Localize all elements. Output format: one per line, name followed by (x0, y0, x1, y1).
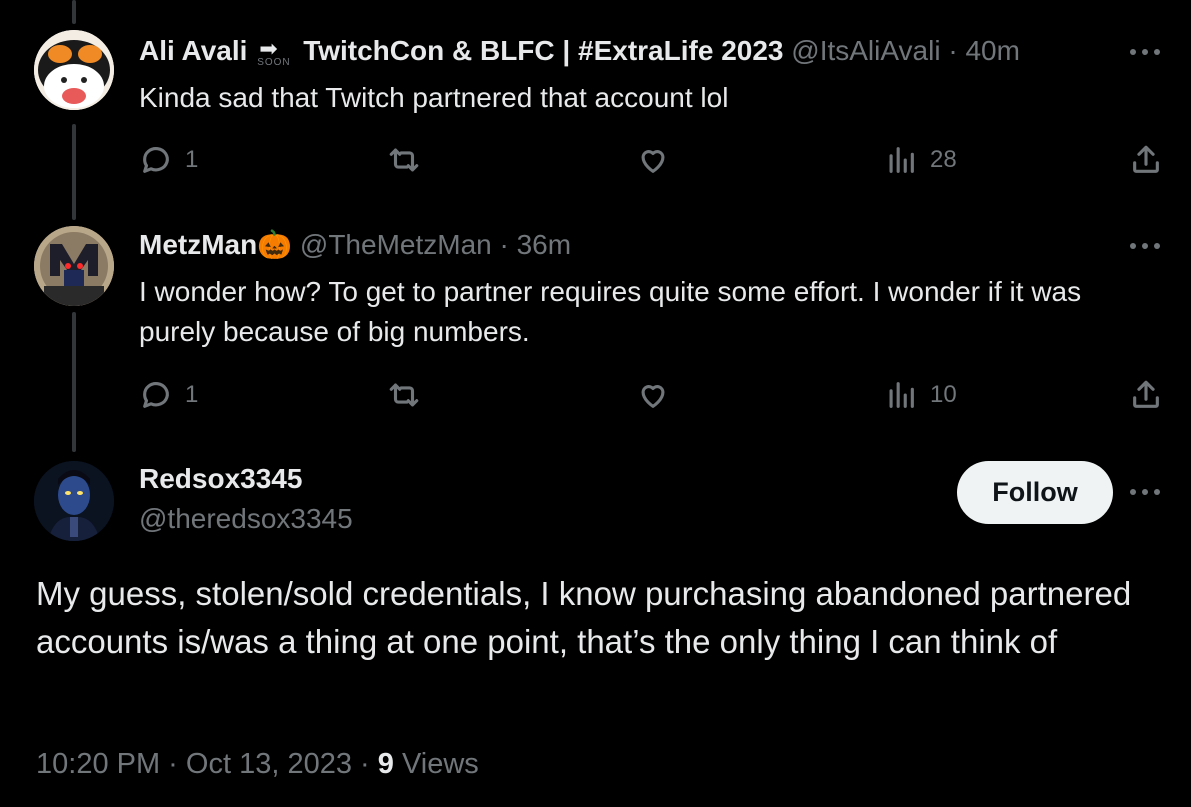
user-handle[interactable]: @ItsAliAvali (791, 35, 940, 66)
timestamp[interactable]: 10:20 PM · Oct 13, 2023 · (36, 748, 378, 780)
reply-count: 1 (185, 146, 199, 173)
view-count: 9 (377, 748, 394, 780)
tweet-header: MetzMan🎃 @TheMetzMan · 36m (139, 228, 571, 262)
author-name: Redsox3345 (139, 462, 302, 496)
share-upload-icon (1133, 380, 1159, 408)
action-bar: 1 28 (139, 140, 1163, 180)
display-name[interactable]: Ali Avali (139, 35, 247, 66)
reply-bubble-icon (143, 147, 169, 173)
display-name-suffix[interactable]: TwitchCon & BLFC | #ExtraLife 2023 (303, 35, 783, 66)
heart-icon (641, 385, 665, 408)
tweet-text: I wonder how? To get to partner requires… (139, 276, 1082, 347)
views-button[interactable]: 28 (884, 140, 957, 180)
view-count: 10 (930, 381, 957, 408)
post-time[interactable]: 36m (517, 229, 571, 260)
display-name[interactable]: MetzMan (139, 229, 257, 260)
reply-count: 1 (185, 381, 199, 408)
like-button[interactable] (636, 140, 670, 180)
soon-arrow-icon: ➡ SOON (257, 36, 291, 68)
heart-icon (641, 150, 665, 173)
more-dots-icon (1130, 489, 1160, 495)
thread-line-1 (72, 124, 76, 220)
avatar[interactable] (34, 30, 114, 110)
analytics-bars-icon (889, 382, 914, 408)
retweet-icon (389, 148, 419, 172)
tweet-metadata: 10:20 PM · Oct 13, 2023 · 9 Views (36, 742, 479, 786)
more-options-button[interactable] (1125, 482, 1165, 502)
more-dots-icon (1130, 243, 1160, 249)
retweet-button[interactable] (387, 375, 421, 415)
views-button[interactable]: 10 (884, 375, 957, 415)
like-button[interactable] (636, 375, 670, 415)
pumpkin-emoji: 🎃 (257, 229, 293, 260)
tweet-text: Kinda sad that Twitch partnered that acc… (139, 82, 729, 113)
view-count: 28 (930, 146, 957, 173)
thread-line-2 (72, 312, 76, 452)
reply-bubble-icon (143, 382, 169, 408)
post-time[interactable]: 40m (965, 35, 1019, 66)
separator-dot: · (948, 35, 958, 66)
user-handle[interactable]: @TheMetzMan (300, 229, 492, 260)
share-button[interactable] (1129, 375, 1163, 415)
reply-button[interactable]: 1 (139, 375, 198, 415)
tweet-header: Ali Avali ➡ SOON TwitchCon & BLFC | #Ext… (139, 34, 1020, 68)
share-button[interactable] (1129, 140, 1163, 180)
display-name[interactable]: Redsox3345 (139, 463, 302, 494)
avatar[interactable] (34, 226, 114, 306)
action-bar: 1 10 (139, 375, 1163, 415)
more-dots-icon (1130, 49, 1160, 55)
separator-dot: · (499, 229, 509, 260)
tweet-text: My guess, stolen/sold credentials, I kno… (36, 575, 1132, 660)
avatar[interactable] (34, 461, 114, 541)
more-options-button[interactable] (1125, 236, 1165, 256)
thread-line-top (72, 0, 76, 24)
follow-button[interactable]: Follow (957, 461, 1113, 524)
retweet-button[interactable] (387, 140, 421, 180)
views-label: Views (401, 748, 479, 780)
more-options-button[interactable] (1125, 42, 1165, 62)
analytics-bars-icon (889, 147, 914, 173)
retweet-icon (389, 383, 419, 407)
author-handle: @theredsox3345 (139, 502, 353, 536)
reply-button[interactable]: 1 (139, 140, 198, 180)
share-upload-icon (1133, 145, 1159, 173)
user-handle[interactable]: @theredsox3345 (139, 503, 353, 534)
